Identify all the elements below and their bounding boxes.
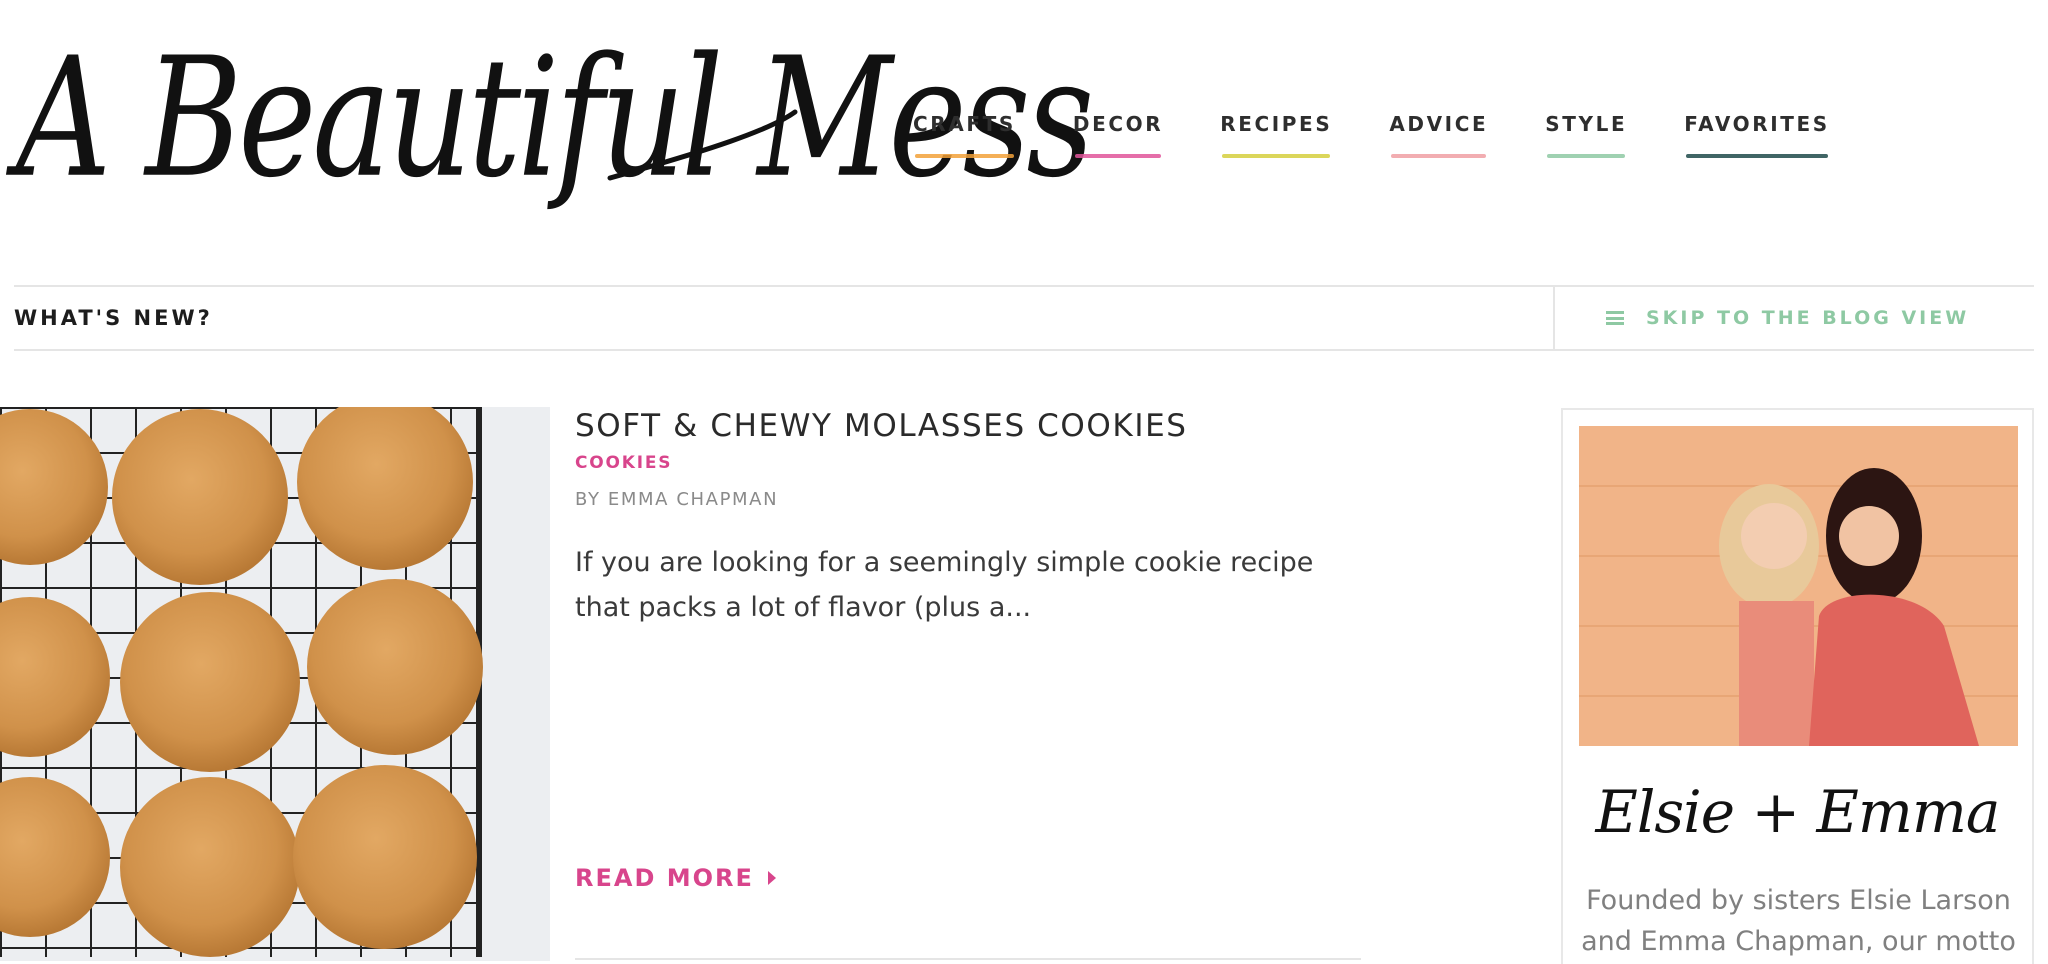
nav-underline <box>1391 154 1487 158</box>
nav-item-style[interactable]: STYLE <box>1545 110 1628 158</box>
nav-item-label: FAVORITES <box>1684 112 1830 136</box>
nav-item-label: DECOR <box>1072 112 1164 136</box>
bar-divider <box>1553 287 1555 349</box>
nav-item-advice[interactable]: ADVICE <box>1389 110 1489 158</box>
whats-new-title: WHAT'S NEW? <box>14 306 213 330</box>
skip-to-blog-view-link[interactable]: SKIP TO THE BLOG VIEW <box>1606 307 1969 329</box>
nav-underline <box>1222 154 1331 158</box>
main-nav: CRAFTS DECOR RECIPES ADVICE STYLE FAVORI… <box>913 110 1887 158</box>
nav-item-label: STYLE <box>1545 112 1628 136</box>
nav-item-label: RECIPES <box>1220 112 1333 136</box>
skip-label: SKIP TO THE BLOG VIEW <box>1646 307 1970 329</box>
nav-item-favorites[interactable]: FAVORITES <box>1684 110 1830 158</box>
nav-underline <box>1547 154 1626 158</box>
founders-photo <box>1579 426 2018 746</box>
cookies-photo <box>0 407 550 961</box>
read-more-label: READ MORE <box>575 864 754 892</box>
nav-underline <box>1686 154 1828 158</box>
post-title[interactable]: SOFT & CHEWY MOLASSES COOKIES <box>575 408 1188 444</box>
featured-post-image[interactable] <box>0 407 550 961</box>
caret-right-icon <box>767 871 776 885</box>
nav-item-decor[interactable]: DECOR <box>1072 110 1164 158</box>
nav-item-label: ADVICE <box>1389 112 1489 136</box>
about-sidebar: Elsie + Emma Founded by sisters Elsie La… <box>1561 408 2034 964</box>
about-description: Founded by sisters Elsie Larson and Emma… <box>1581 885 2016 957</box>
nav-underline <box>1074 154 1162 158</box>
nav-item-recipes[interactable]: RECIPES <box>1220 110 1333 158</box>
post-excerpt: If you are looking for a seemingly simpl… <box>575 547 1314 623</box>
nav-underline <box>915 154 1014 158</box>
whats-new-bar: WHAT'S NEW? SKIP TO THE BLOG VIEW <box>14 285 2034 351</box>
post-category-link[interactable]: COOKIES <box>575 453 672 473</box>
nav-item-label: CRAFTS <box>913 112 1016 136</box>
post-author: BY EMMA CHAPMAN <box>575 489 779 510</box>
post-divider <box>575 958 1361 960</box>
hamburger-menu-icon <box>1606 311 1624 325</box>
read-more-link[interactable]: READ MORE <box>575 864 776 892</box>
founders-signature: Elsie + Emma <box>1595 778 2001 846</box>
nav-item-crafts[interactable]: CRAFTS <box>913 110 1016 158</box>
